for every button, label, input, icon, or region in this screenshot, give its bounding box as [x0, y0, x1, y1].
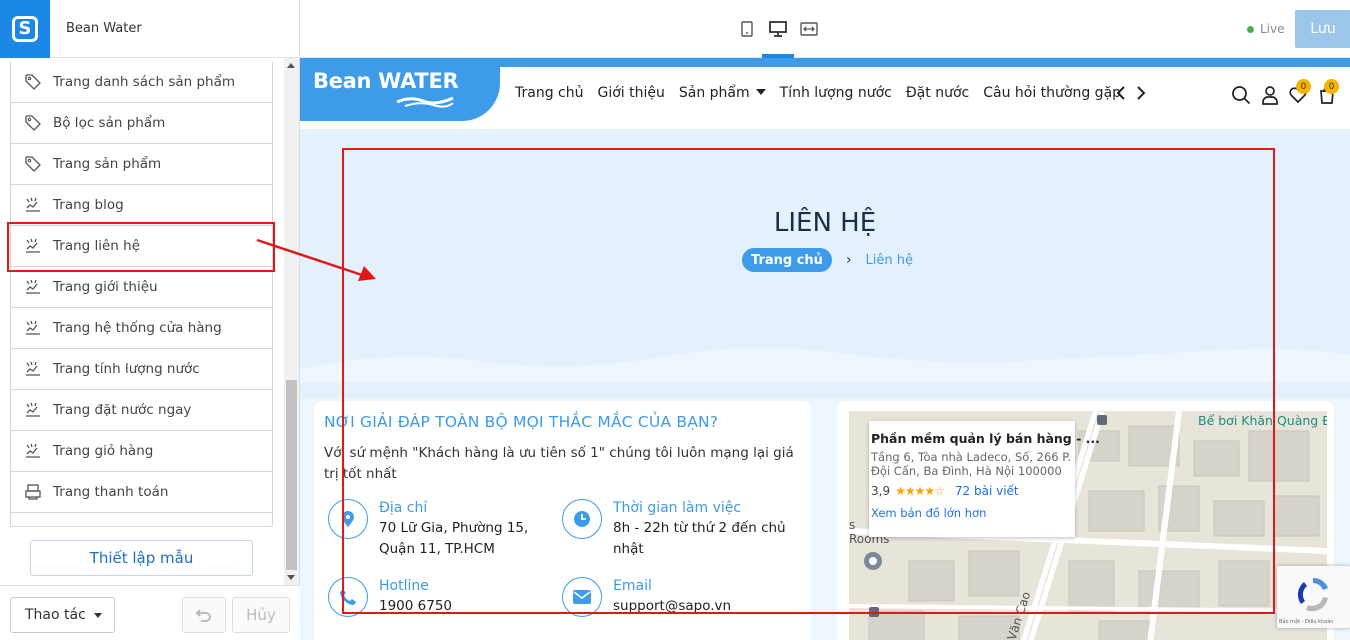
- live-label: Live: [1260, 22, 1285, 36]
- page-item-label: Trang blog: [53, 197, 124, 213]
- desktop-icon: [769, 21, 787, 37]
- page-item[interactable]: Trang giới thiệu: [10, 267, 273, 308]
- caret-down-icon: [93, 612, 102, 618]
- logo-letter: S: [12, 15, 38, 42]
- store-name: Bean Water: [66, 21, 142, 36]
- layout-icon: [23, 195, 43, 215]
- layout-icon: [23, 277, 43, 297]
- mobile-view-button[interactable]: [736, 18, 758, 40]
- layout-icon: [23, 441, 43, 461]
- chevron-left-icon[interactable]: [1114, 85, 1128, 101]
- page-item[interactable]: Trang giỏ hàng: [10, 431, 273, 472]
- page-item[interactable]: Trang blog: [10, 185, 273, 226]
- template-settings-button[interactable]: Thiết lập mẫu: [30, 540, 253, 576]
- nav-products-label: Sản phẩm: [678, 85, 750, 101]
- nav-about[interactable]: Giới thiệu: [597, 85, 664, 101]
- page-item[interactable]: Trang thanh toán: [10, 472, 273, 513]
- sidebar-scrollbar[interactable]: [284, 58, 299, 585]
- cancel-button[interactable]: Hủy: [232, 597, 290, 633]
- undo-button[interactable]: [182, 597, 226, 633]
- page-item-label: Bộ lọc sản phẩm: [53, 115, 166, 131]
- recaptcha-badge[interactable]: Bảo mật - Điều khoản: [1277, 566, 1350, 628]
- caret-down-icon: [755, 89, 766, 95]
- desktop-view-button[interactable]: [767, 18, 789, 40]
- printer-icon: [23, 482, 43, 502]
- tag-icon: [23, 154, 43, 174]
- site-header: Bean WATER Trang chủ Giới thiệu Sản phẩm…: [300, 67, 1350, 129]
- brand-name: Bean WATER: [313, 69, 459, 93]
- expand-icon: [800, 22, 818, 36]
- actions-label: Thao tác: [25, 607, 86, 623]
- editor-app: S Bean Water Trang danh sách sản phẩm Bộ…: [0, 0, 1350, 640]
- page-item-label: Trang giỏ hàng: [53, 443, 154, 459]
- mobile-icon: [741, 21, 753, 37]
- page-item-label: Trang tính lượng nước: [53, 361, 200, 377]
- divider: [10, 526, 273, 527]
- page-item[interactable]: Bộ lọc sản phẩm: [10, 103, 273, 144]
- search-icon[interactable]: [1231, 85, 1251, 105]
- editor-topbar: Live Lưu: [300, 0, 1350, 58]
- page-item-label: Trang sản phẩm: [53, 156, 162, 172]
- nav-home[interactable]: Trang chủ: [515, 85, 583, 101]
- page-item-label: Trang đặt nước ngay: [53, 402, 192, 418]
- page-item[interactable]: Trang tính lượng nước: [10, 349, 273, 390]
- undo-icon: [195, 609, 211, 622]
- main-nav: Trang chủ Giới thiệu Sản phẩm Tính lượng…: [515, 85, 1135, 101]
- page-item-label: Trang thanh toán: [53, 484, 169, 500]
- header-accent-bar: [300, 58, 1350, 67]
- wishlist-count-badge: 0: [1296, 79, 1311, 94]
- sidebar-header: S Bean Water: [0, 0, 299, 58]
- nav-faq[interactable]: Câu hỏi thường gặp: [983, 85, 1121, 101]
- user-icon[interactable]: [1260, 85, 1280, 105]
- layout-icon: [23, 359, 43, 379]
- highlight-frame-selected-page: [7, 222, 275, 272]
- highlight-frame-preview: [342, 148, 1275, 614]
- page-item-label: Trang giới thiệu: [53, 279, 158, 295]
- chevron-right-icon[interactable]: [1134, 85, 1148, 101]
- cart-count-badge: 0: [1324, 79, 1339, 94]
- page-item[interactable]: Trang hệ thống cửa hàng: [10, 308, 273, 349]
- live-status: Live: [1247, 22, 1285, 36]
- recaptcha-icon: [1297, 577, 1328, 612]
- sidebar-footer: Thao tác Hủy: [0, 585, 300, 640]
- tag-icon: [23, 113, 43, 133]
- page-item[interactable]: Trang sản phẩm: [10, 144, 273, 185]
- layout-icon: [23, 400, 43, 420]
- page-item[interactable]: Trang danh sách sản phẩm: [10, 62, 273, 103]
- nav-products[interactable]: Sản phẩm: [679, 85, 766, 101]
- tag-icon: [23, 72, 43, 92]
- sapo-logo[interactable]: S: [0, 0, 50, 58]
- list-bottom: [10, 513, 273, 527]
- scroll-thumb[interactable]: [286, 380, 297, 570]
- nav-water-calc[interactable]: Tính lượng nước: [780, 85, 892, 101]
- brand-logo[interactable]: Bean WATER: [300, 67, 500, 121]
- page-sidebar: S Bean Water Trang danh sách sản phẩm Bộ…: [0, 0, 300, 640]
- page-item-label: Trang hệ thống cửa hàng: [53, 320, 222, 336]
- recaptcha-terms: Bảo mật - Điều khoản: [1279, 619, 1334, 625]
- fullwidth-view-button[interactable]: [798, 18, 820, 40]
- page-item-label: Trang danh sách sản phẩm: [53, 74, 236, 90]
- actions-dropdown[interactable]: Thao tác: [10, 597, 115, 633]
- nav-order-water[interactable]: Đặt nước: [906, 85, 969, 101]
- page-list: Trang danh sách sản phẩm Bộ lọc sản phẩm…: [10, 62, 273, 527]
- layout-icon: [23, 318, 43, 338]
- save-button[interactable]: Lưu: [1295, 10, 1350, 48]
- page-item[interactable]: Trang đặt nước ngay: [10, 390, 273, 431]
- scroll-down-icon[interactable]: [287, 575, 295, 580]
- scroll-up-icon[interactable]: [287, 63, 295, 68]
- live-dot: [1247, 25, 1254, 33]
- wave-logo-icon: [396, 96, 454, 108]
